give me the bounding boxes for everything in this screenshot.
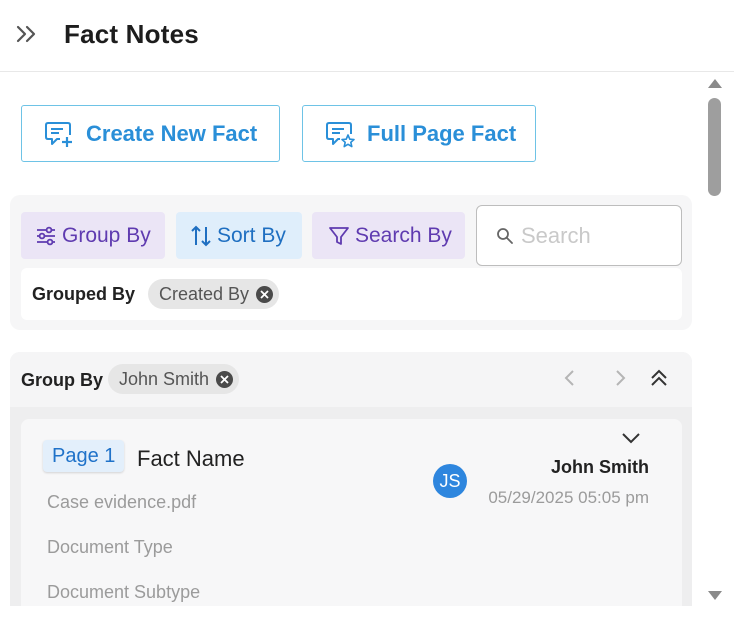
- grouped-by-label: Grouped By: [32, 284, 136, 304]
- page-badge[interactable]: Page 1: [43, 440, 125, 472]
- search-box: [476, 205, 682, 266]
- group-value: John Smith: [119, 368, 210, 389]
- note-add-icon: [45, 121, 72, 147]
- create-new-fact-button[interactable]: Create New Fact: [21, 105, 280, 162]
- sort-by-button[interactable]: Sort By: [176, 212, 302, 259]
- group-label: Group By: [21, 370, 104, 390]
- search-input[interactable]: [521, 222, 661, 249]
- group-by-label: Group By: [62, 223, 151, 247]
- filter-funnel-icon: [329, 226, 349, 245]
- group-header: Group By John Smith: [10, 352, 692, 407]
- remove-group-icon[interactable]: [216, 370, 234, 388]
- create-new-fact-label: Create New Fact: [86, 120, 258, 146]
- collapse-all-icon[interactable]: [648, 367, 670, 389]
- sort-arrows-icon: [191, 225, 211, 246]
- group-value-chip: John Smith: [108, 364, 240, 394]
- chevron-left-icon[interactable]: [559, 367, 581, 389]
- avatar: JS: [433, 464, 467, 498]
- page-title: Fact Notes: [64, 19, 199, 49]
- sliders-icon: [37, 226, 55, 245]
- group-by-button[interactable]: Group By: [21, 212, 165, 259]
- content-area: Create New Fact Full Page Fact Group By: [0, 73, 700, 606]
- fact-file: Case evidence.pdf: [47, 492, 197, 512]
- chevron-right-icon[interactable]: [609, 367, 631, 389]
- page-badge-label: Page 1: [52, 444, 116, 467]
- grouped-by-chip: Created By: [148, 279, 280, 309]
- full-page-fact-button[interactable]: Full Page Fact: [302, 105, 536, 162]
- fact-author: John Smith: [551, 457, 649, 477]
- fact-card[interactable]: Page 1 Fact Name Case evidence.pdf Docum…: [21, 419, 682, 606]
- header: Fact Notes: [0, 0, 734, 72]
- scrollbar-thumb[interactable]: [708, 98, 721, 196]
- search-by-label: Search By: [355, 223, 452, 247]
- fact-document-subtype: Document Subtype: [47, 582, 201, 602]
- fact-document-type: Document Type: [47, 537, 173, 557]
- group-panel: Group By John Smith Page 1 Fact Name Cas…: [10, 352, 692, 606]
- search-by-button[interactable]: Search By: [312, 212, 465, 259]
- filter-panel: Group By Sort By Search By Search Groupe…: [10, 195, 692, 330]
- search-icon: [497, 227, 513, 244]
- full-page-fact-label: Full Page Fact: [367, 120, 517, 146]
- vertical-scrollbar[interactable]: [703, 73, 726, 606]
- scroll-down-arrow-icon[interactable]: [708, 591, 722, 600]
- sort-by-label: Sort By: [217, 223, 286, 247]
- fact-name: Fact Name: [137, 446, 245, 471]
- remove-grouping-icon[interactable]: [256, 285, 274, 303]
- grouped-by-value: Created By: [159, 283, 250, 304]
- note-star-icon: [326, 121, 355, 147]
- fact-timestamp: 05/29/2025 05:05 pm: [488, 488, 649, 507]
- double-chevron-right-icon[interactable]: [14, 22, 40, 46]
- grouped-by-row: Grouped By Created By: [21, 268, 682, 320]
- scroll-up-arrow-icon[interactable]: [708, 79, 722, 88]
- chevron-down-icon[interactable]: [621, 431, 641, 445]
